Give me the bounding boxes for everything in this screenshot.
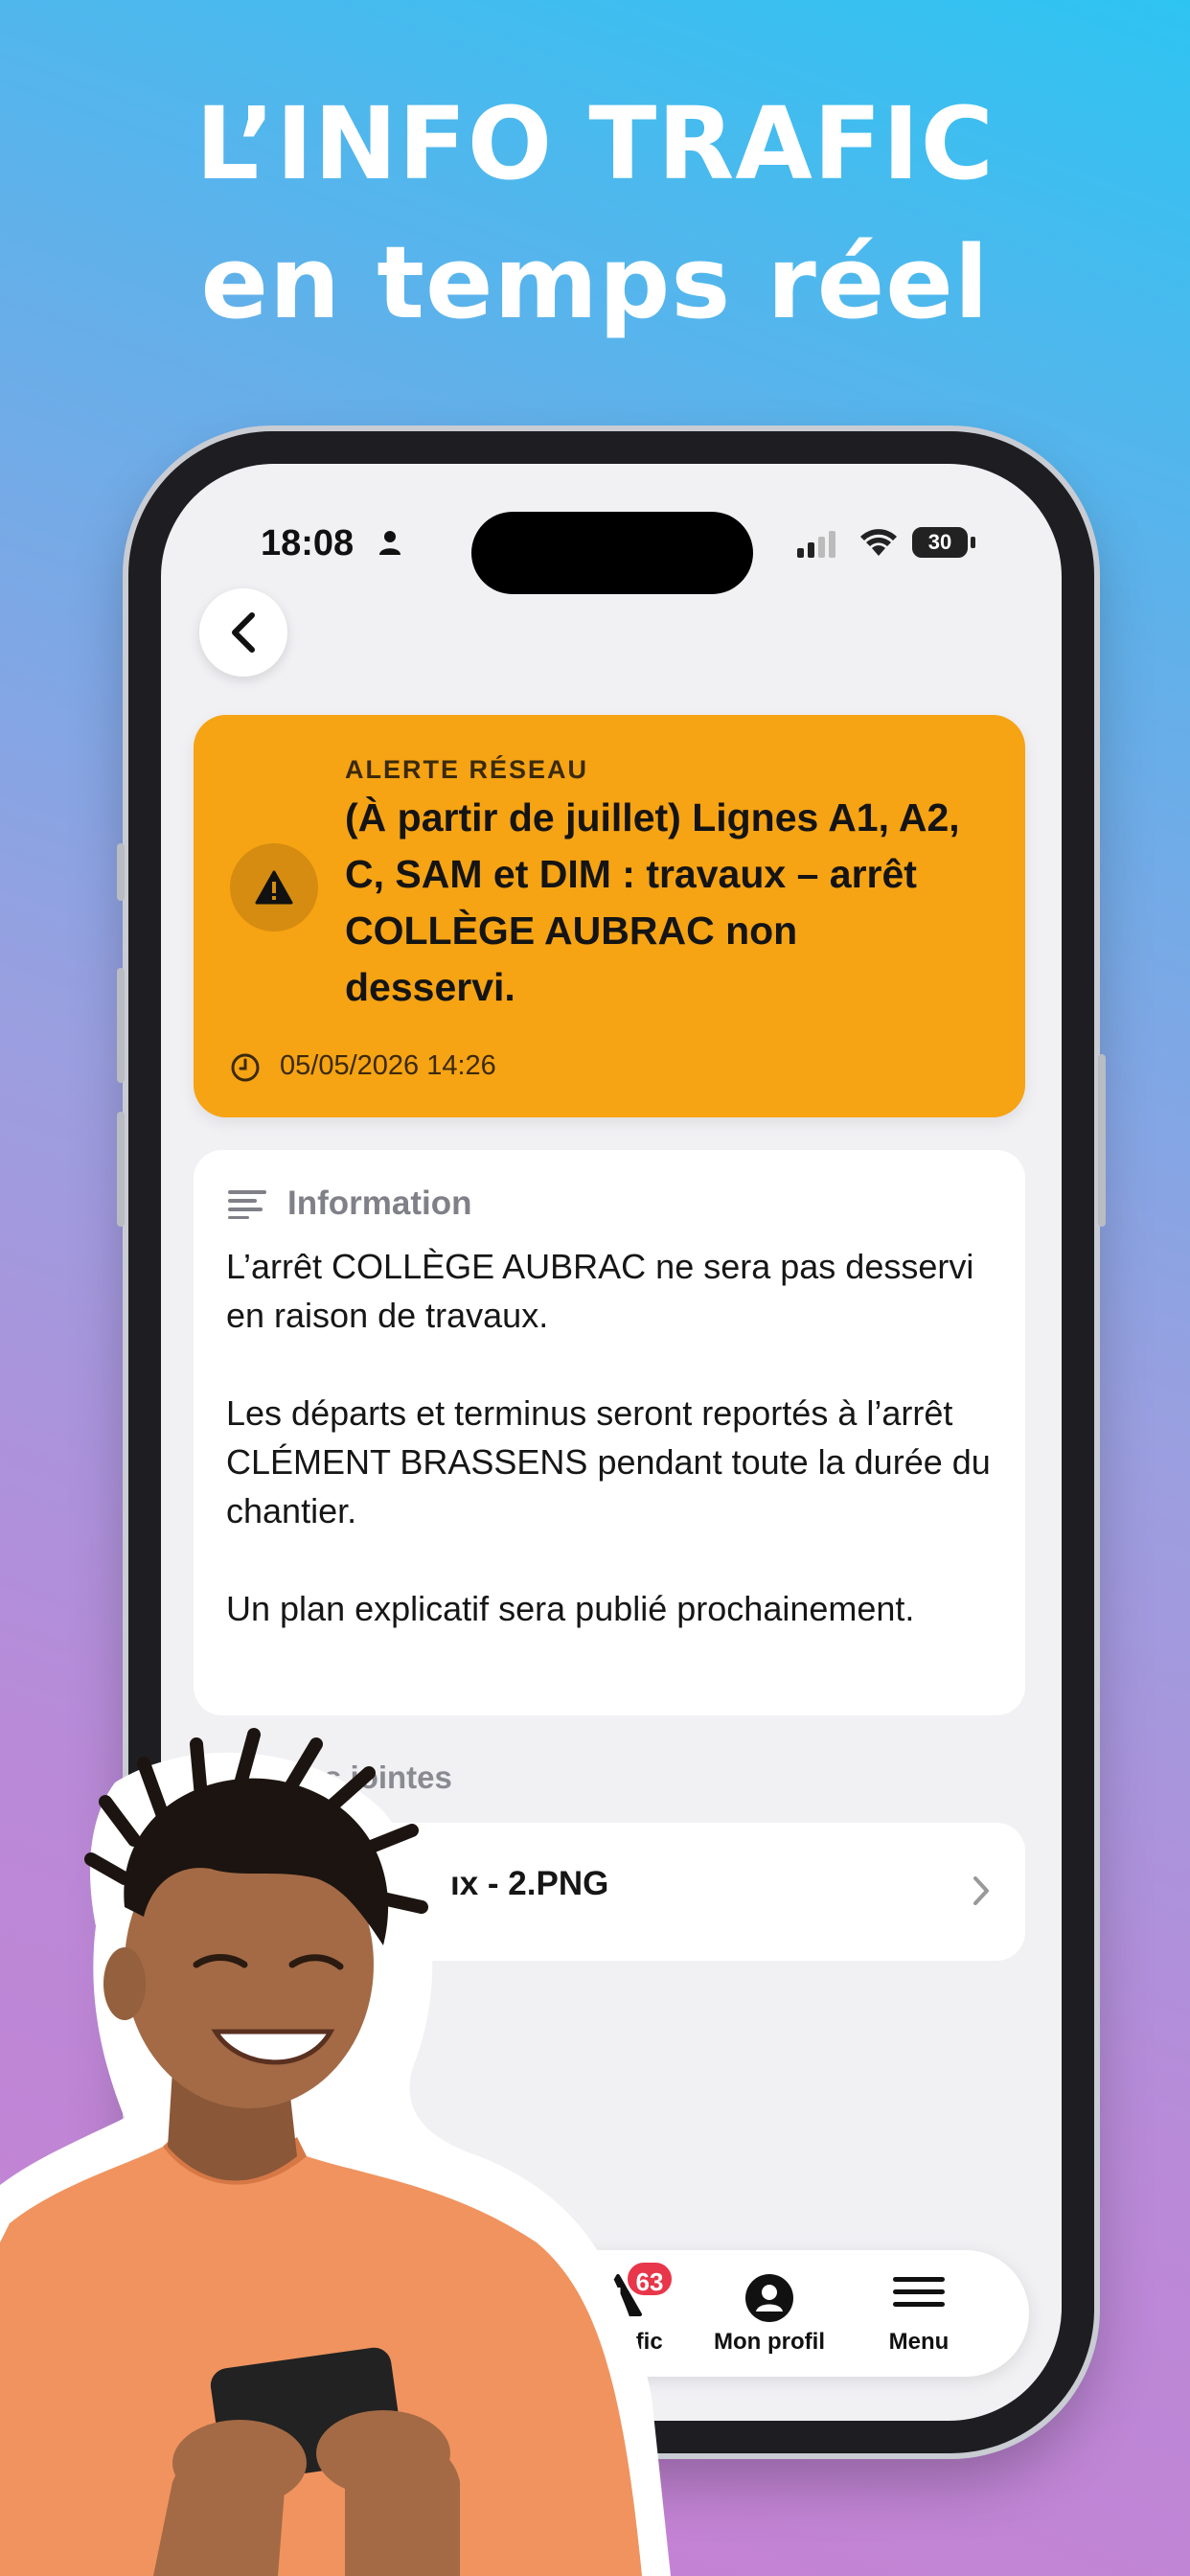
information-heading: Information xyxy=(287,1184,472,1222)
dynamic-island xyxy=(471,512,753,594)
clock-icon xyxy=(231,1053,260,1082)
headline-line-1: L’INFO TRAFIC xyxy=(195,85,995,202)
alert-timestamp: 05/05/2026 14:26 xyxy=(280,1050,496,1081)
tab-mon-profil[interactable]: Mon profil xyxy=(698,2250,841,2377)
information-paragraph: L’arrêt COLLÈGE AUBRAC ne sera pas desse… xyxy=(226,1247,974,1335)
alert-kicker: ALERTE RÉSEAU xyxy=(345,755,589,784)
phone-side-button xyxy=(117,843,125,901)
information-paragraph: Un plan explicatif sera publié prochaine… xyxy=(226,1589,915,1628)
alert-icon-badge xyxy=(230,843,318,932)
information-card: Information L’arrêt COLLÈGE AUBRAC ne se… xyxy=(194,1150,1025,1715)
wifi-icon xyxy=(860,529,897,556)
person-illustration xyxy=(0,1728,671,2576)
headline-line-2: en temps réel xyxy=(200,224,990,341)
alert-card: ALERTE RÉSEAU (À partir de juillet) Lign… xyxy=(194,715,1025,1117)
warning-icon xyxy=(255,870,293,905)
headline: L’INFO TRAFIC en temps réel xyxy=(0,77,1190,355)
tab-label: Menu xyxy=(888,2329,950,2355)
status-bar: 18:08 30 xyxy=(161,464,1062,594)
text-lines-icon xyxy=(228,1190,266,1219)
phone-power-button xyxy=(1098,1054,1106,1227)
battery-indicator: 30 xyxy=(912,527,968,558)
status-time: 18:08 xyxy=(261,523,355,564)
profile-icon xyxy=(745,2274,793,2322)
phone-volume-up xyxy=(117,968,125,1083)
alert-title: (À partir de juillet) Lignes A1, A2, C, … xyxy=(345,795,960,1009)
back-button[interactable] xyxy=(199,588,287,677)
signal-icon xyxy=(797,531,835,558)
tab-menu[interactable]: Menu xyxy=(847,2250,991,2377)
person-icon xyxy=(379,531,400,555)
chevron-right-icon xyxy=(973,1876,989,1905)
tab-label: Mon profil xyxy=(714,2329,825,2355)
menu-icon xyxy=(893,2277,945,2307)
information-body: L’arrêt COLLÈGE AUBRAC ne sera pas desse… xyxy=(226,1242,1002,1682)
information-paragraph: Les départs et terminus seront reportés … xyxy=(226,1393,991,1530)
phone-volume-down xyxy=(117,1112,125,1227)
chevron-left-icon xyxy=(232,612,255,653)
battery-tip xyxy=(971,537,975,548)
